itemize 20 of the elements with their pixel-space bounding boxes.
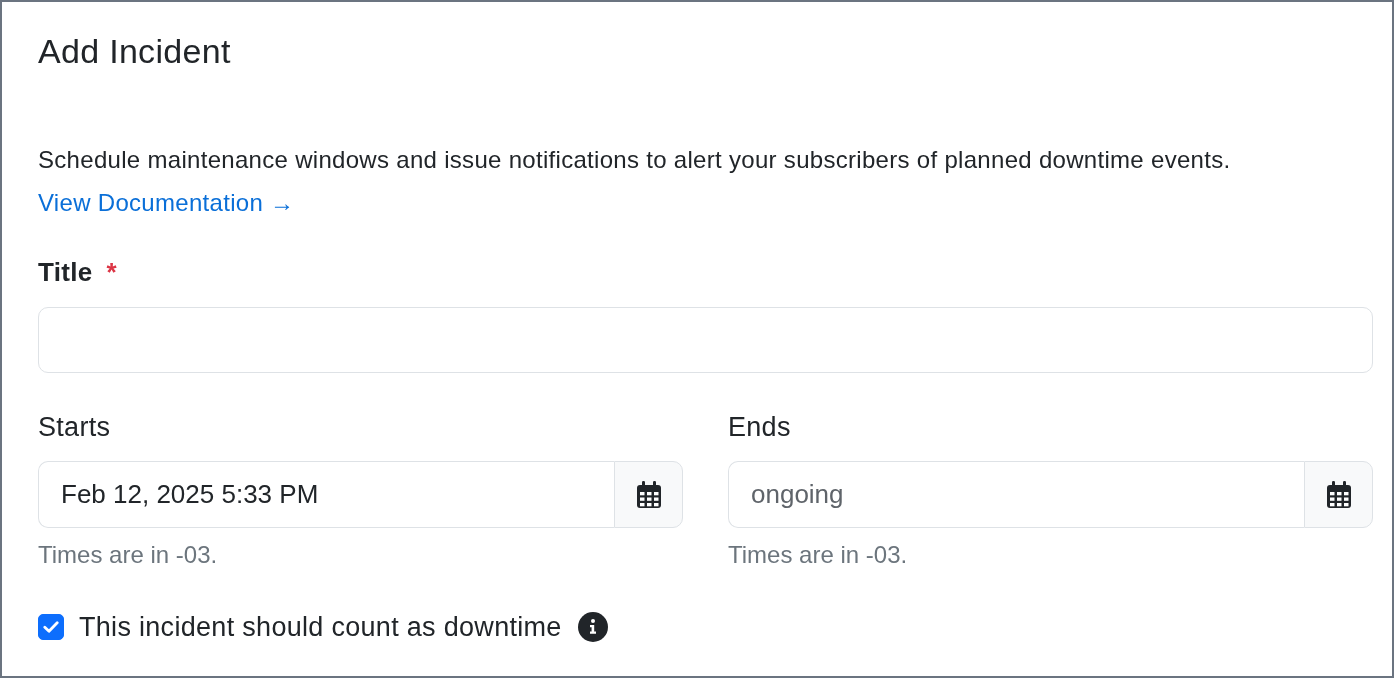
- description-text: Schedule maintenance windows and issue notifications to alert your subscribers of planned downtime events. View Documentation →: [38, 145, 1232, 218]
- calendar-icon: [1325, 481, 1352, 508]
- page-title: Add Incident: [38, 31, 231, 72]
- help-text: Times are in -03.: [38, 541, 218, 569]
- date-input-field[interactable]: ongoing: [728, 461, 1304, 528]
- checkmark-icon: [43, 621, 59, 633]
- title-input-field[interactable]: [38, 307, 1373, 373]
- date-input-field[interactable]: Feb 12, 2025 5:33 PM: [38, 461, 614, 528]
- calendar-button[interactable]: [1304, 461, 1373, 528]
- info-icon: [577, 612, 608, 642]
- required-asterisk: *: [106, 256, 117, 288]
- field-label: Ends: [728, 411, 791, 443]
- calendar-icon: [635, 481, 662, 508]
- help-text: Times are in -03.: [728, 541, 908, 569]
- calendar-button[interactable]: [614, 461, 683, 528]
- documentation-link[interactable]: View Documentation →: [38, 189, 295, 216]
- checkbox-label: This incident should count as downtime: [79, 611, 562, 643]
- field-label: Title: [38, 256, 93, 288]
- field-label: Starts: [38, 411, 111, 443]
- checkbox[interactable]: [38, 614, 64, 640]
